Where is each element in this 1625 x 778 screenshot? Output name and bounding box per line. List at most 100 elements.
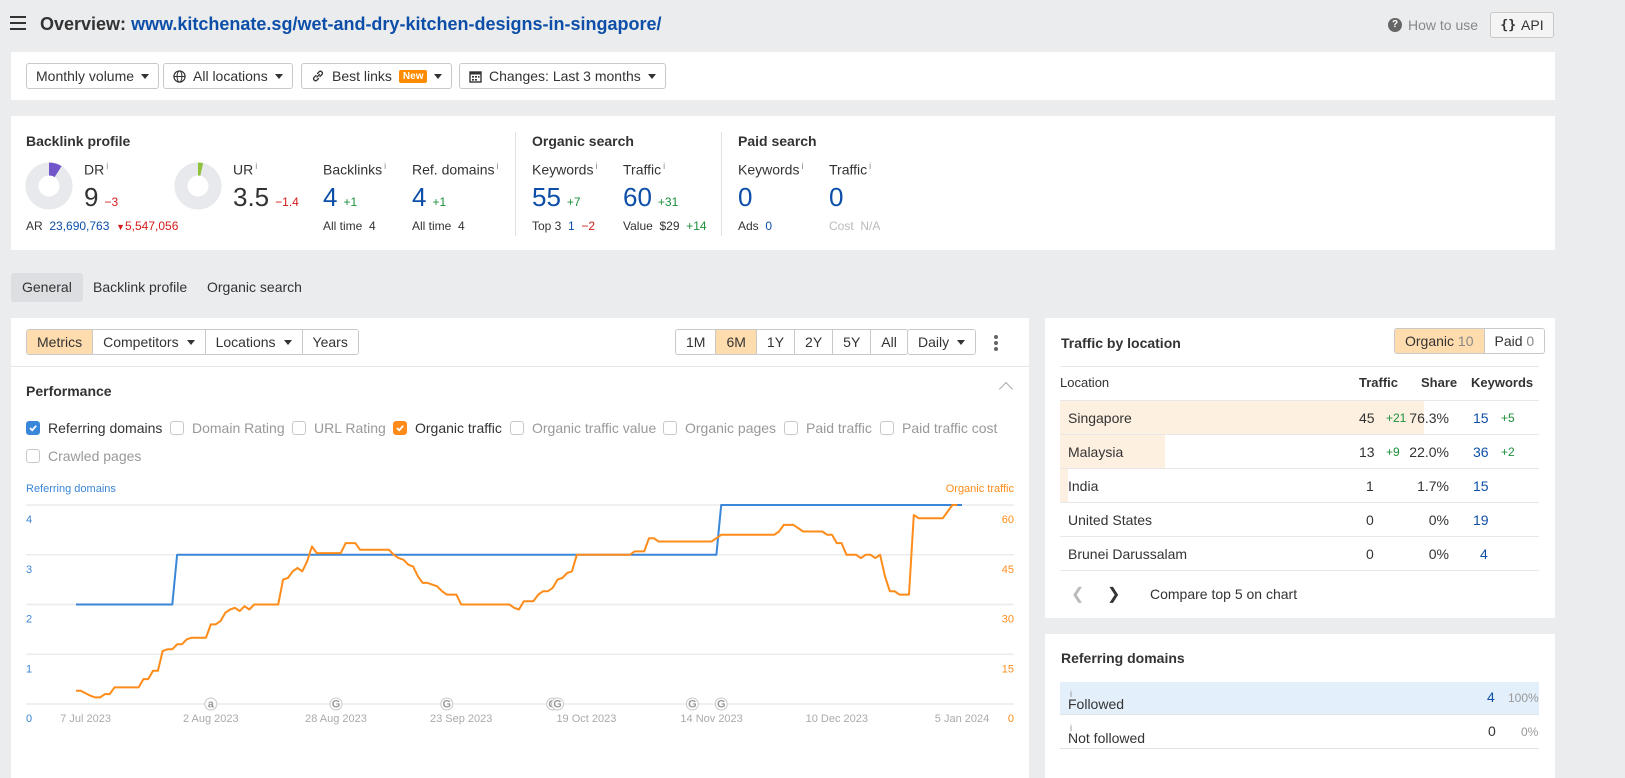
traffic-delta: +21 — [1386, 411, 1407, 425]
share-bar — [1060, 469, 1069, 502]
x-axis-tick: 14 Nov 2023 — [680, 713, 742, 725]
column-header-location[interactable]: Location — [1060, 375, 1109, 390]
info-icon[interactable]: i — [255, 161, 257, 171]
referring-domains-title: Referring domains — [1061, 650, 1185, 666]
organic-toggle-button[interactable]: Organic 10 — [1395, 329, 1485, 353]
how-to-use-link[interactable]: ? How to use — [1388, 17, 1478, 33]
keywords-delta: +2 — [1501, 445, 1515, 459]
page-title: Overview: www.kitchenate.sg/wet-and-dry-… — [40, 14, 661, 35]
ref-domains-value[interactable]: 4 +1 — [412, 182, 446, 213]
paid-toggle-button[interactable]: Paid 0 — [1484, 329, 1545, 353]
traffic-value: 45 — [1359, 410, 1375, 426]
info-icon[interactable]: i — [384, 161, 386, 171]
dr-delta: −3 — [104, 195, 119, 209]
top3-row: Top 3 1 −2 — [532, 219, 596, 233]
chevron-down-icon — [141, 73, 150, 79]
referring-domains-card: Referring domains Followed i 4 100% Not f… — [1045, 634, 1555, 778]
changes-dropdown[interactable]: Changes: Last 3 months — [459, 63, 666, 89]
organic-keywords-label: Keywords i — [532, 161, 598, 178]
ur-label: UR i — [233, 161, 258, 178]
divider — [721, 132, 722, 236]
traffic-value: 1 — [1366, 478, 1374, 494]
location-name[interactable]: Singapore — [1068, 410, 1132, 426]
x-axis-tick: 23 Sep 2023 — [430, 713, 492, 725]
followed-percent: 100% — [1508, 691, 1539, 705]
tab-organic-search[interactable]: Organic search — [196, 273, 313, 302]
keywords-value[interactable]: 15 — [1473, 410, 1489, 426]
changes-label: Changes: Last 3 months — [489, 68, 641, 84]
paid-keywords-label: Keywords i — [738, 161, 804, 178]
keywords-value[interactable]: 15 — [1473, 478, 1489, 494]
info-icon[interactable]: i — [801, 161, 803, 171]
api-button[interactable]: {} API — [1490, 12, 1554, 38]
keywords-value[interactable]: 19 — [1473, 512, 1489, 528]
globe-icon — [173, 69, 186, 83]
followed-count[interactable]: 4 — [1487, 689, 1495, 705]
location-name[interactable]: United States — [1068, 512, 1152, 528]
column-header-traffic[interactable]: Traffic — [1359, 375, 1398, 390]
ar-value[interactable]: 23,690,763 — [49, 219, 109, 233]
not-followed-row[interactable]: Not followed i 0 0% — [1060, 716, 1539, 749]
location-row[interactable]: Malaysia 13 +9 22.0% 36 +2 — [1060, 435, 1539, 469]
filter-bar: Monthly volume All locations Best links … — [11, 52, 1555, 100]
ar-delta: ▼5,547,056 — [116, 219, 179, 233]
paid-keywords-value[interactable]: 0 — [738, 182, 752, 213]
how-to-use-label: How to use — [1408, 17, 1479, 33]
ref-domains-all-time: All time 4 — [412, 219, 465, 233]
info-icon[interactable]: i — [663, 161, 665, 171]
traffic-by-location-title: Traffic by location — [1061, 335, 1181, 351]
column-header-keywords[interactable]: Keywords — [1471, 375, 1533, 390]
annotation-label: G — [442, 699, 451, 711]
monthly-volume-label: Monthly volume — [36, 68, 135, 84]
traffic-by-location-card: Traffic by location Organic 10 Paid 0 Lo… — [1045, 318, 1555, 618]
page-title-prefix: Overview: — [40, 14, 127, 34]
location-name[interactable]: Malaysia — [1068, 444, 1123, 460]
annotation-label: G — [553, 699, 562, 711]
keywords-value[interactable]: 4 — [1480, 546, 1488, 562]
info-icon[interactable]: i — [595, 161, 597, 171]
prev-page-icon[interactable]: ❮ — [1071, 584, 1084, 604]
keywords-delta: +5 — [1501, 411, 1515, 425]
next-page-icon[interactable]: ❯ — [1107, 584, 1120, 604]
left-axis-tick: 4 — [26, 514, 32, 526]
x-axis-tick: 5 Jan 2024 — [935, 713, 989, 725]
location-row[interactable]: Brunei Darussalam 0 0% 4 — [1060, 537, 1539, 571]
dr-label: DR i — [84, 161, 109, 178]
divider — [515, 132, 516, 236]
down-triangle-icon: ▼ — [116, 222, 125, 232]
x-axis-tick: 19 Oct 2023 — [556, 713, 616, 725]
location-row[interactable]: Singapore 45 +21 76.3% 15 +5 — [1060, 401, 1539, 435]
keywords-value[interactable]: 36 — [1473, 444, 1489, 460]
chevron-down-icon — [647, 73, 656, 79]
calendar-icon — [469, 70, 482, 83]
organic-traffic-delta: +31 — [657, 195, 679, 209]
performance-chart: Referring domains Organic traffic 0 1 2 3 4 0 15… — [26, 483, 1014, 725]
share-value: 0% — [1428, 546, 1449, 562]
info-icon[interactable]: i — [496, 161, 498, 171]
organic-traffic-value[interactable]: 60 +31 — [623, 182, 678, 213]
followed-row[interactable]: Followed i 4 100% — [1060, 682, 1539, 715]
column-header-share[interactable]: Share — [1421, 375, 1457, 390]
location-row[interactable]: India 1 1.7% 15 — [1060, 469, 1539, 503]
compare-top5-link[interactable]: Compare top 5 on chart — [1150, 586, 1297, 602]
dr-donut-chart — [25, 162, 73, 210]
info-icon[interactable]: i — [869, 161, 871, 171]
best-links-dropdown[interactable]: Best links New — [301, 63, 453, 89]
organic-keywords-value[interactable]: 55 +7 — [532, 182, 581, 213]
target-url-link[interactable]: www.kitchenate.sg/wet-and-dry-kitchen-de… — [131, 14, 661, 34]
locations-dropdown[interactable]: All locations — [163, 63, 293, 89]
traffic-value: 0 — [1366, 512, 1374, 528]
tab-general[interactable]: General — [11, 273, 83, 302]
menu-icon[interactable] — [10, 16, 26, 30]
location-row[interactable]: United States 0 0% 19 — [1060, 503, 1539, 537]
info-icon[interactable]: i — [106, 161, 108, 171]
share-value: 22.0% — [1409, 444, 1449, 460]
paid-traffic-value[interactable]: 0 — [829, 182, 843, 213]
tab-backlink-profile[interactable]: Backlink profile — [82, 273, 198, 302]
performance-card: Metrics Competitors Locations Years 1M 6… — [11, 318, 1029, 778]
monthly-volume-dropdown[interactable]: Monthly volume — [26, 63, 160, 89]
metrics-panel: Backlink profile DR i 9 −3 UR i 3.5 −1.4 AR … — [11, 116, 1555, 250]
location-name[interactable]: India — [1068, 478, 1098, 494]
location-name[interactable]: Brunei Darussalam — [1068, 546, 1187, 562]
backlinks-value[interactable]: 4 +1 — [323, 182, 357, 213]
